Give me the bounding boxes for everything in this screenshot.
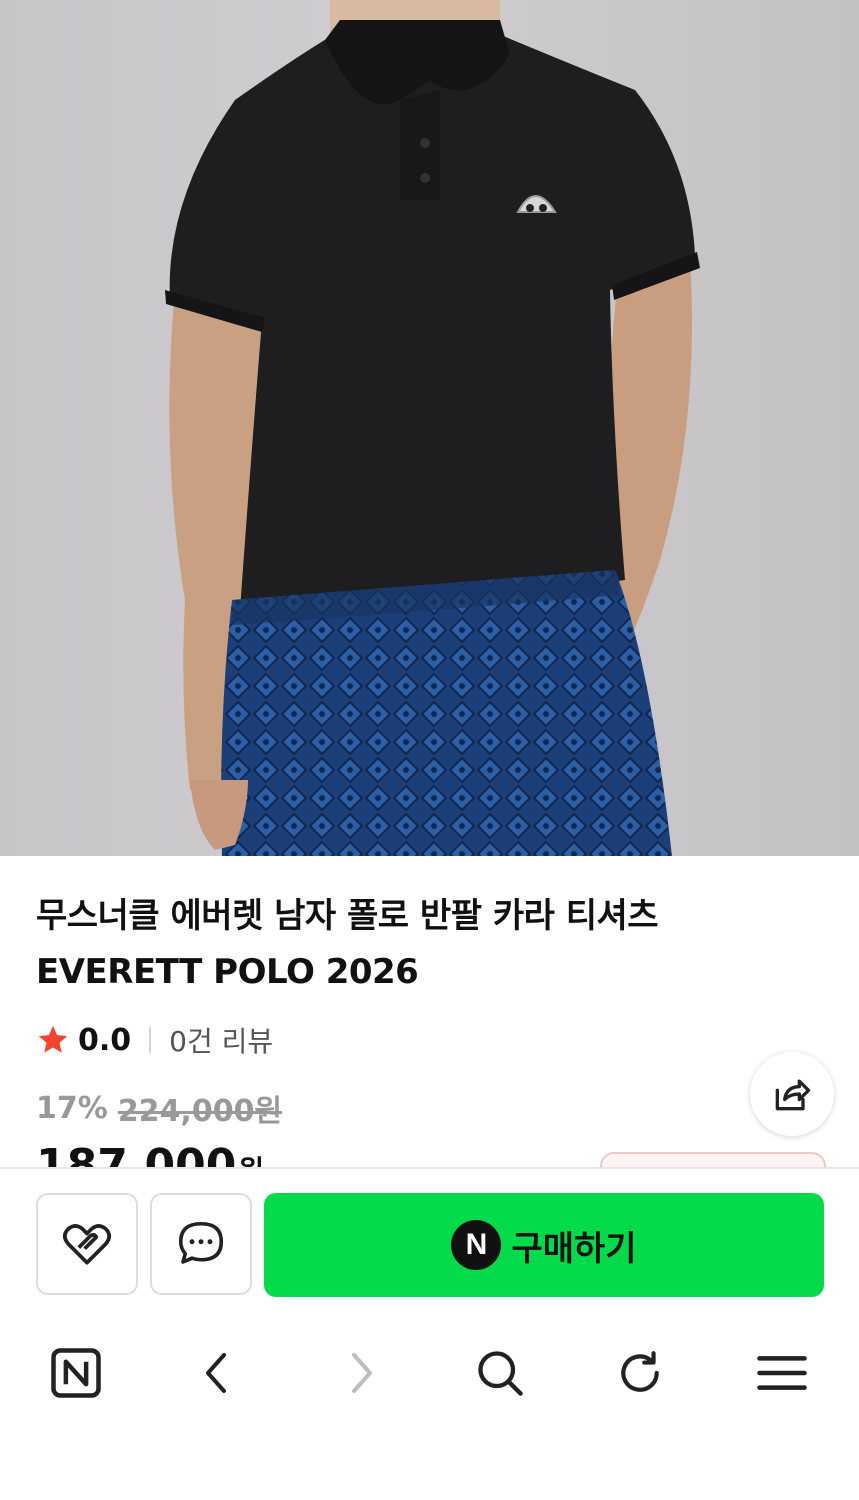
product-image[interactable] — [0, 0, 859, 856]
buy-button-label: 구매하기 — [511, 1228, 637, 1269]
rating-value: 0.0 — [78, 1022, 132, 1058]
forward-icon — [352, 1353, 372, 1393]
search-icon — [478, 1351, 523, 1396]
discount-row: 17% 224,000원 — [36, 1086, 282, 1130]
talk-button[interactable] — [150, 1193, 252, 1295]
naver-pay-badge: N — [451, 1220, 502, 1270]
purchase-action-bar: N 구매하기 — [0, 1167, 859, 1321]
sale-price: 187,000 — [36, 1140, 237, 1168]
naver-home-icon — [51, 1348, 101, 1398]
heart-icon — [62, 1224, 112, 1265]
buy-button[interactable]: N 구매하기 — [264, 1193, 824, 1297]
price-row: 187,000원 — [36, 1136, 436, 1168]
home-button[interactable] — [46, 1343, 106, 1403]
price-unit: 원 — [238, 1154, 264, 1168]
product-photo — [165, 0, 700, 856]
search-button[interactable] — [470, 1343, 530, 1403]
back-icon — [206, 1353, 226, 1393]
product-title: 무스너클 에버렛 남자 폴로 반팔 카라 티셔츠 EVERETT POLO 20… — [36, 896, 659, 992]
review-count[interactable]: 0건 리뷰 — [169, 1020, 273, 1060]
forward-button[interactable] — [330, 1343, 390, 1403]
menu-button[interactable] — [752, 1343, 812, 1403]
refresh-icon — [621, 1351, 659, 1392]
share-icon — [775, 1079, 811, 1111]
discount-rate: 17% — [36, 1090, 108, 1126]
share-button[interactable] — [750, 1052, 834, 1136]
star-icon — [38, 1025, 68, 1053]
refresh-button[interactable] — [610, 1343, 670, 1403]
back-button[interactable] — [188, 1343, 248, 1403]
menu-icon — [757, 1356, 807, 1390]
original-price: 224,000원 — [117, 1094, 283, 1129]
divider — [149, 1027, 152, 1053]
browser-toolbar — [0, 1319, 859, 1429]
rating-row[interactable]: 0.0 0건 리뷰 — [36, 1018, 273, 1062]
like-button[interactable] — [36, 1193, 138, 1295]
chat-icon — [178, 1221, 224, 1264]
